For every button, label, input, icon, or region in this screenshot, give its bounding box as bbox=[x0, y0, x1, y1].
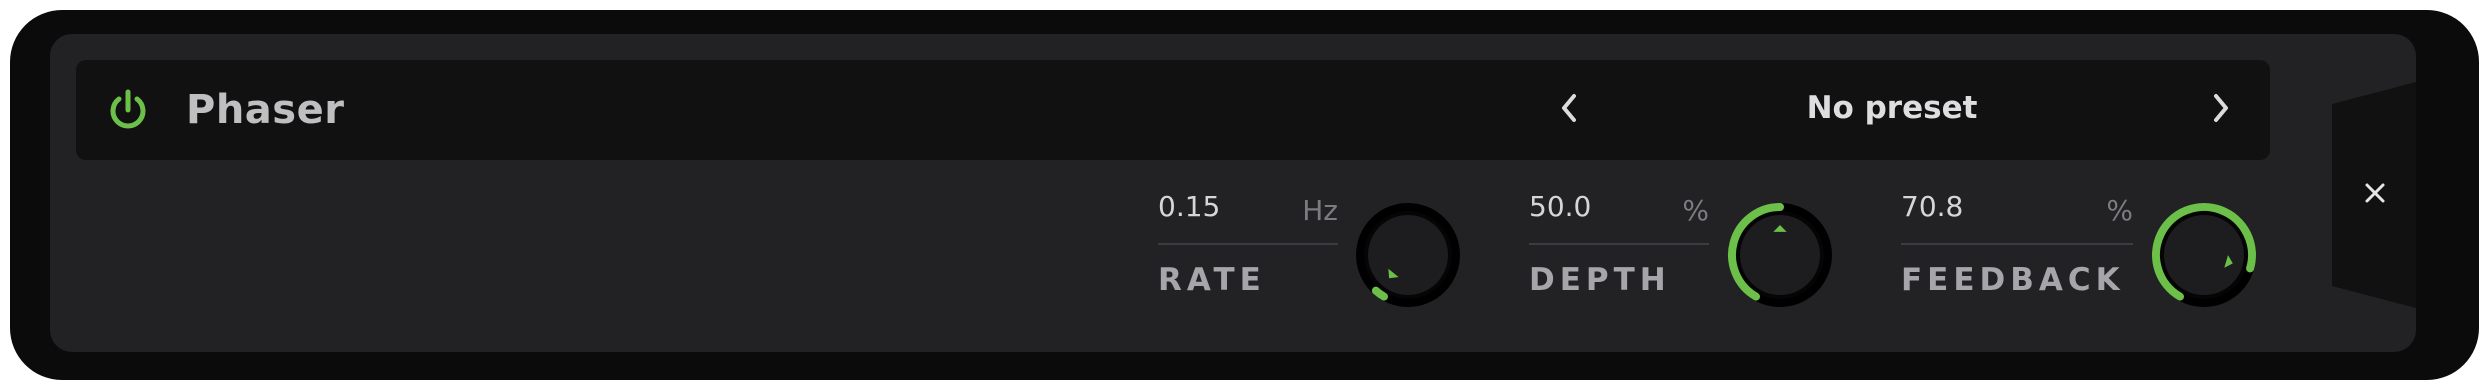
rate-knob-arc bbox=[1371, 286, 1388, 301]
depth-label: DEPTH bbox=[1529, 262, 1671, 298]
preset-name[interactable]: No preset bbox=[1692, 86, 2092, 130]
plugin-title: Phaser bbox=[186, 87, 345, 133]
rate-label: RATE bbox=[1158, 262, 1266, 298]
feedback-unit: % bbox=[2106, 194, 2133, 227]
rate-divider bbox=[1158, 243, 1338, 245]
rate-value[interactable]: 0.15 bbox=[1158, 190, 1220, 224]
feedback-divider bbox=[1901, 243, 2133, 245]
feedback-control: 70.8 % FEEDBACK bbox=[1901, 190, 2133, 310]
chevron-right-icon[interactable] bbox=[2202, 86, 2238, 130]
feedback-label: FEEDBACK bbox=[1901, 262, 2125, 298]
feedback-knob[interactable] bbox=[2144, 195, 2264, 315]
rate-unit: Hz bbox=[1302, 194, 1338, 227]
rate-knob-body bbox=[1368, 215, 1448, 295]
depth-unit: % bbox=[1682, 194, 1709, 227]
feedback-value[interactable]: 70.8 bbox=[1901, 190, 1963, 224]
power-icon[interactable] bbox=[104, 86, 152, 134]
rate-control: 0.15 Hz RATE bbox=[1158, 190, 1338, 310]
chevron-left-icon[interactable] bbox=[1552, 86, 1588, 130]
depth-control: 50.0 % DEPTH bbox=[1529, 190, 1709, 310]
rate-knob[interactable] bbox=[1348, 195, 1468, 315]
depth-knob[interactable] bbox=[1720, 195, 1840, 315]
depth-value[interactable]: 50.0 bbox=[1529, 190, 1591, 224]
depth-divider bbox=[1529, 243, 1709, 245]
feedback-knob-body bbox=[2164, 215, 2244, 295]
close-icon[interactable] bbox=[2360, 178, 2390, 208]
